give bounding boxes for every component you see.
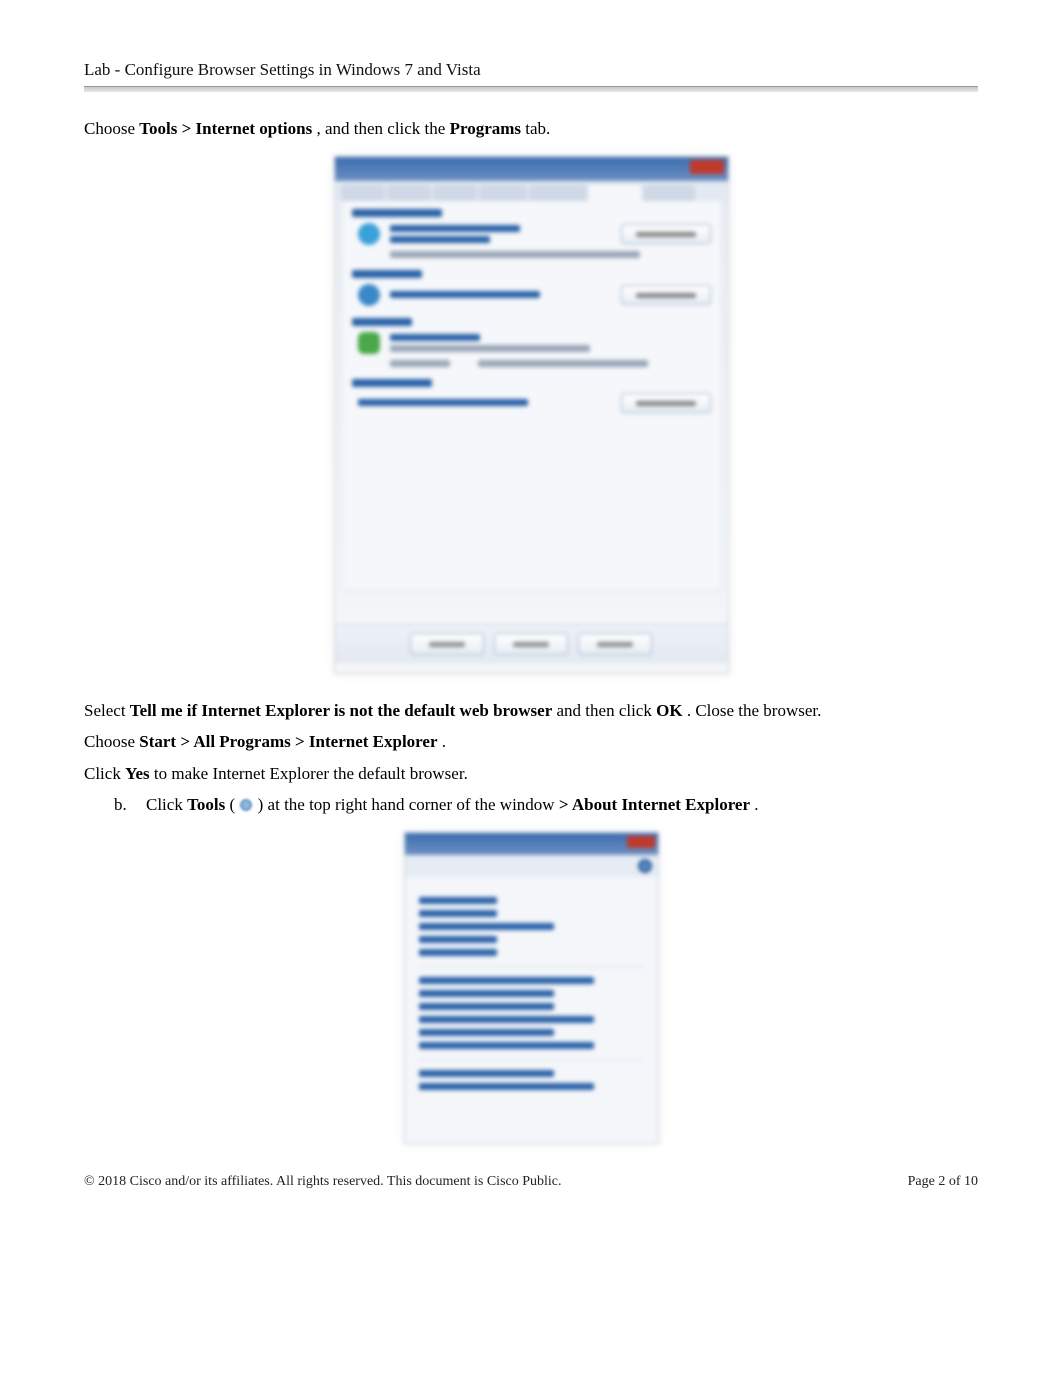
window-titlebar bbox=[335, 157, 728, 181]
close-icon bbox=[690, 160, 724, 174]
instruction-select-tell-me: Select Tell me if Internet Explorer is n… bbox=[84, 698, 978, 724]
html-edit-icon bbox=[358, 332, 380, 354]
text-line bbox=[390, 345, 590, 352]
text: . bbox=[442, 732, 446, 751]
screenshot-tools-menu bbox=[84, 832, 978, 1144]
window-toolbar bbox=[405, 855, 658, 877]
ie-icon bbox=[358, 223, 380, 245]
text-line bbox=[478, 360, 648, 367]
step-b-text: Click Tools ( ) at the top right hand co… bbox=[146, 792, 759, 818]
header-rule bbox=[84, 86, 978, 92]
dialog-panel bbox=[341, 201, 722, 591]
text: Select bbox=[84, 701, 130, 720]
menu-item bbox=[419, 977, 595, 984]
text: Click bbox=[84, 764, 125, 783]
section-label bbox=[352, 379, 432, 387]
text: Choose bbox=[84, 119, 139, 138]
tools-dropdown-menu bbox=[405, 877, 658, 1110]
text: . bbox=[754, 795, 758, 814]
tab-strip bbox=[335, 181, 728, 201]
menu-path-start: Start > All Programs > Internet Explorer bbox=[139, 732, 437, 751]
menu-about-ie: About Internet Explorer bbox=[572, 795, 750, 814]
screenshot-internet-options bbox=[84, 156, 978, 674]
tab bbox=[479, 185, 527, 201]
copyright-text: © 2018 Cisco and/or its affiliates. All … bbox=[84, 1174, 562, 1190]
menu-item bbox=[419, 910, 498, 917]
text: to make Internet Explorer the default br… bbox=[154, 764, 468, 783]
step-b: b. Click Tools ( ) at the top right hand… bbox=[114, 792, 978, 818]
text: , and then click the bbox=[316, 119, 449, 138]
text: tab. bbox=[525, 119, 550, 138]
menu-item bbox=[419, 897, 498, 904]
option-tell-me-default: Tell me if Internet Explorer is not the … bbox=[130, 701, 552, 720]
page-header-title: Lab - Configure Browser Settings in Wind… bbox=[84, 60, 978, 80]
menu-item bbox=[419, 1042, 595, 1049]
dialog-button-row bbox=[335, 624, 728, 663]
text: > bbox=[559, 795, 572, 814]
set-programs-button bbox=[621, 393, 711, 413]
text: Choose bbox=[84, 732, 139, 751]
tab-name-programs: Programs bbox=[450, 119, 521, 138]
manage-addons-button bbox=[621, 285, 711, 305]
gear-icon bbox=[239, 798, 253, 812]
menu-divider bbox=[419, 1059, 644, 1060]
menu-item bbox=[419, 990, 554, 997]
menu-item bbox=[419, 1070, 554, 1077]
menu-tools: Tools bbox=[187, 795, 225, 814]
make-default-button bbox=[621, 224, 711, 244]
page-footer: © 2018 Cisco and/or its affiliates. All … bbox=[84, 1174, 978, 1190]
button-label-ok: OK bbox=[656, 701, 682, 720]
text: of 10 bbox=[945, 1174, 978, 1189]
text-line bbox=[358, 399, 528, 406]
button-label-yes: Yes bbox=[125, 764, 150, 783]
menu-item bbox=[419, 1029, 554, 1036]
instruction-choose-tools: Choose Tools > Internet options , and th… bbox=[84, 116, 978, 142]
tab bbox=[387, 185, 431, 201]
menu-divider bbox=[419, 966, 644, 967]
menu-item-about-ie bbox=[419, 1083, 595, 1090]
text-line bbox=[390, 251, 640, 258]
text: Page bbox=[908, 1174, 939, 1189]
text-line bbox=[390, 291, 540, 298]
ok-button bbox=[410, 633, 484, 655]
list-marker: b. bbox=[114, 792, 136, 818]
text: Click bbox=[146, 795, 187, 814]
tab-programs bbox=[589, 185, 641, 201]
close-icon bbox=[627, 836, 655, 848]
internet-options-dialog bbox=[334, 156, 729, 674]
tab bbox=[433, 185, 477, 201]
text-line bbox=[390, 360, 450, 367]
instruction-choose-start: Choose Start > All Programs > Internet E… bbox=[84, 729, 978, 755]
text: ( bbox=[229, 795, 235, 814]
tools-menu-window bbox=[404, 832, 659, 1144]
text-line bbox=[390, 236, 490, 243]
cancel-button bbox=[494, 633, 568, 655]
menu-item bbox=[419, 936, 498, 943]
tab bbox=[341, 185, 385, 201]
text: . Close the browser. bbox=[687, 701, 822, 720]
menu-item bbox=[419, 949, 498, 956]
section-label bbox=[352, 270, 422, 278]
tab bbox=[643, 185, 695, 201]
text: ) at the top right hand corner of the wi… bbox=[258, 795, 555, 814]
window-titlebar bbox=[405, 833, 658, 855]
section-label bbox=[352, 209, 442, 217]
menu-path: Tools > Internet options bbox=[139, 119, 312, 138]
tab bbox=[529, 185, 587, 201]
text-line bbox=[390, 334, 480, 341]
gear-icon bbox=[638, 859, 652, 873]
text: and then click bbox=[557, 701, 657, 720]
addons-icon bbox=[358, 284, 380, 306]
section-label bbox=[352, 318, 412, 326]
text-line bbox=[390, 225, 520, 232]
menu-item bbox=[419, 1003, 554, 1010]
page-number: Page 2 of 10 bbox=[908, 1174, 978, 1190]
instruction-click-yes: Click Yes to make Internet Explorer the … bbox=[84, 761, 978, 787]
apply-button bbox=[578, 633, 652, 655]
menu-item bbox=[419, 923, 554, 930]
menu-item bbox=[419, 1016, 595, 1023]
